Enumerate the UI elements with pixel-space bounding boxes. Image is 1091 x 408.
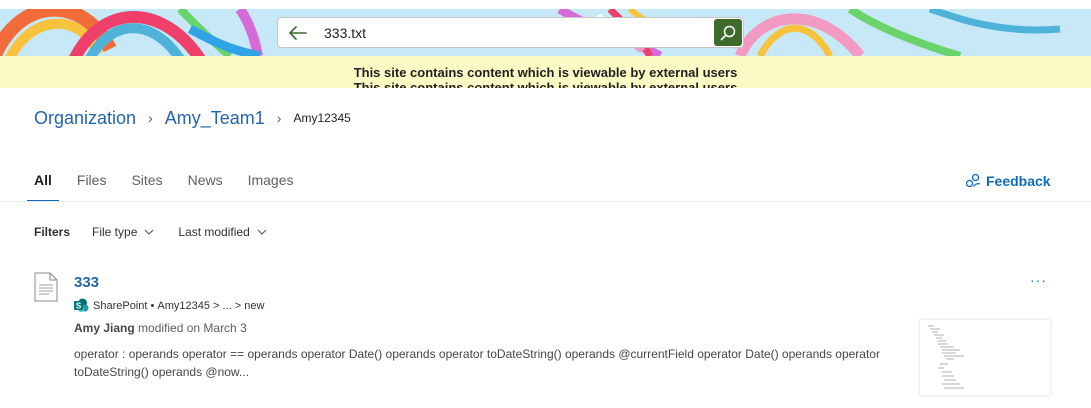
sharepoint-icon: S: [74, 298, 89, 312]
top-strip: [0, 0, 1091, 9]
chevron-right-icon: ›: [148, 110, 153, 126]
breadcrumb-organization[interactable]: Organization: [34, 108, 136, 129]
result-snippet: operator : operands operator == operands…: [74, 347, 880, 379]
tab-news[interactable]: News: [181, 164, 230, 202]
breadcrumb-amy-team1[interactable]: Amy_Team1: [165, 108, 265, 129]
result-author: Amy Jiang: [74, 321, 135, 335]
chevron-right-icon: ›: [276, 110, 282, 126]
chevron-down-icon: [144, 229, 154, 235]
result-modified: Amy Jiang modified on March 3: [74, 321, 247, 335]
thumbnail-preview: [928, 325, 964, 389]
more-options-button[interactable]: ···: [1030, 272, 1047, 288]
tab-sites[interactable]: Sites: [124, 164, 169, 202]
modified-date: modified on March 3: [134, 321, 247, 335]
svg-text:S: S: [76, 302, 82, 311]
search-box: [277, 17, 744, 48]
filters-bar: Filters File type Last modified: [34, 225, 291, 239]
vertical-tabs: All Files Sites News Images: [27, 164, 312, 202]
result-title[interactable]: 333: [74, 274, 99, 291]
search-input[interactable]: [318, 19, 714, 46]
breadcrumb-current: Amy12345: [293, 111, 351, 125]
last-modified-label: Last modified: [178, 225, 250, 239]
notice-text: This site contains content which is view…: [353, 65, 738, 80]
feedback-label: Feedback: [986, 173, 1051, 189]
filters-label: Filters: [34, 225, 71, 239]
last-modified-dropdown[interactable]: Last modified: [178, 225, 267, 239]
search-result: 333 S SharePoint • Amy12345 > ... > new …: [34, 270, 1054, 395]
back-button[interactable]: [278, 18, 318, 47]
breadcrumb: Organization › Amy_Team1 › Amy12345: [34, 106, 351, 130]
path-separator: •: [147, 299, 158, 312]
document-icon: [34, 272, 58, 302]
tab-images[interactable]: Images: [241, 164, 301, 202]
result-thumbnail[interactable]: [920, 320, 1050, 395]
search-button[interactable]: [714, 19, 742, 46]
file-type-label: File type: [92, 225, 138, 239]
chevron-down-icon: [257, 229, 267, 235]
feedback-button[interactable]: Feedback: [965, 173, 1051, 189]
tab-all[interactable]: All: [27, 164, 59, 202]
external-users-notice: This site contains content which is view…: [0, 56, 1091, 88]
result-folder[interactable]: new: [244, 300, 264, 312]
feedback-icon: [965, 173, 981, 188]
result-source: SharePoint: [93, 299, 148, 312]
tab-files[interactable]: Files: [70, 164, 114, 202]
notice-text-duplicate: This site contains content which is view…: [353, 80, 738, 88]
result-site[interactable]: Amy12345: [157, 300, 210, 312]
tabs-divider: [0, 201, 1091, 202]
arrow-left-icon: [289, 25, 307, 40]
path-ellipsis[interactable]: > ... >: [210, 300, 244, 312]
result-path: S SharePoint • Amy12345 > ... > new: [74, 298, 264, 313]
file-type-dropdown[interactable]: File type: [92, 225, 154, 239]
search-icon: [720, 25, 736, 40]
